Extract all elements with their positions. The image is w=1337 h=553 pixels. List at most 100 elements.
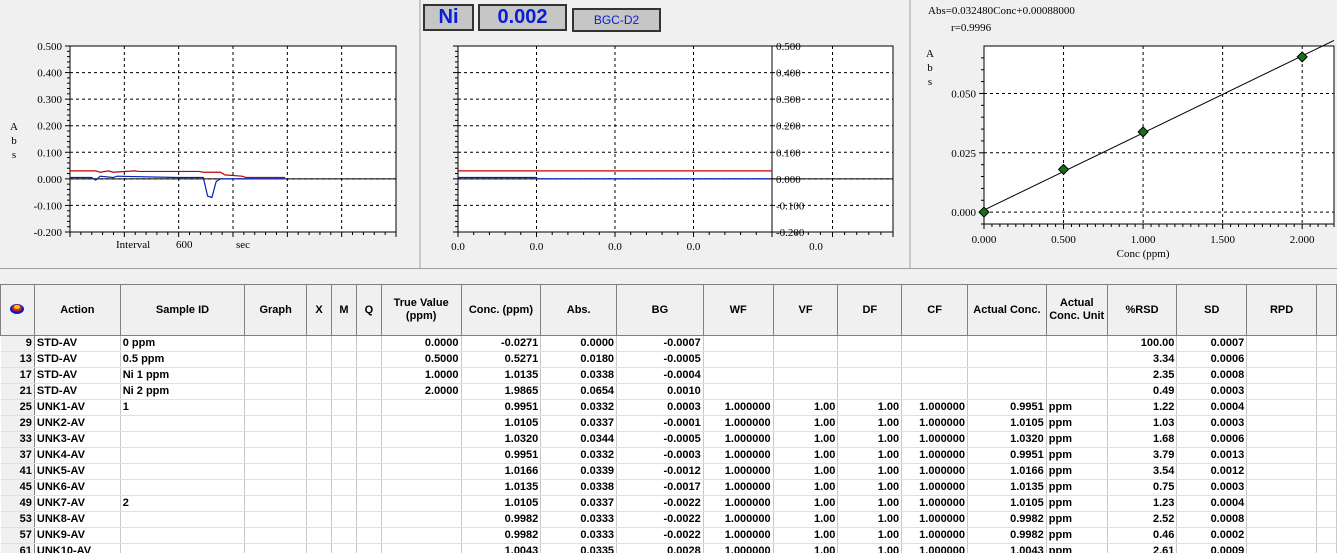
cell-bg[interactable]: -0.0022 <box>616 511 704 528</box>
cell-wf[interactable]: 1.000000 <box>703 495 774 512</box>
cell-sd[interactable]: 0.0004 <box>1176 495 1248 512</box>
cell-rsd[interactable]: 1.22 <box>1107 399 1178 416</box>
cell-conc[interactable]: 0.9951 <box>461 399 542 416</box>
cell-sid[interactable]: 0 ppm <box>120 335 246 352</box>
cell-ac[interactable] <box>967 351 1047 368</box>
cell-bg[interactable]: 0.0010 <box>616 383 704 400</box>
cell-sid[interactable] <box>120 447 246 464</box>
column-header[interactable]: Graph <box>244 284 308 336</box>
cell-x[interactable] <box>306 415 332 432</box>
column-header[interactable]: BG <box>616 284 704 336</box>
cell-x[interactable] <box>306 351 332 368</box>
cell-rsd[interactable]: 0.49 <box>1107 383 1178 400</box>
cell-sd[interactable]: 0.0003 <box>1176 415 1248 432</box>
cell-abs[interactable]: 0.0332 <box>540 447 618 464</box>
cell-df[interactable]: 1.00 <box>837 495 903 512</box>
cell-rsd[interactable]: 0.46 <box>1107 527 1178 544</box>
table-row[interactable]: 17 STD-AV Ni 1 ppm 1.0000 1.0135 0.0338 -0.000… <box>0 367 1337 384</box>
cell-ac[interactable] <box>967 367 1047 384</box>
cell-cf[interactable] <box>901 367 969 384</box>
cell-cf[interactable]: 1.000000 <box>901 495 969 512</box>
table-row[interactable]: 61 UNK10-AV 1.0043 0.0335 0.0028 1.000000 1.00… <box>0 543 1337 553</box>
cell-wf[interactable]: 1.000000 <box>703 447 774 464</box>
cell-rsd[interactable]: 100.00 <box>1107 335 1178 352</box>
cell-bg[interactable]: -0.0007 <box>616 335 704 352</box>
cell-rsd[interactable]: 1.23 <box>1107 495 1178 512</box>
cell-rsd[interactable]: 2.61 <box>1107 543 1178 553</box>
cell-x[interactable] <box>306 447 332 464</box>
cell-m[interactable] <box>331 415 357 432</box>
cell-sd[interactable]: 0.0007 <box>1176 335 1248 352</box>
cell-unit[interactable] <box>1046 335 1108 352</box>
row-number[interactable]: 21 <box>0 383 35 400</box>
table-row[interactable]: 21 STD-AV Ni 2 ppm 2.0000 1.9865 0.0654 0.0010… <box>0 383 1337 400</box>
cell-conc[interactable]: 1.0105 <box>461 415 542 432</box>
cell-rpd[interactable] <box>1246 447 1317 464</box>
column-header[interactable]: VF <box>772 284 839 336</box>
cell-graph[interactable] <box>244 383 308 400</box>
cell-rpd[interactable] <box>1246 527 1317 544</box>
cell-rpd[interactable] <box>1246 431 1317 448</box>
cell-abs[interactable]: 0.0339 <box>540 463 618 480</box>
cell-x[interactable] <box>306 479 332 496</box>
cell-rpd[interactable] <box>1246 399 1317 416</box>
cell-sd[interactable]: 0.0006 <box>1176 351 1248 368</box>
column-header[interactable]: CF <box>901 284 969 336</box>
cell-conc[interactable]: 1.9865 <box>461 383 542 400</box>
cell-abs[interactable]: 0.0335 <box>540 543 618 553</box>
cell-rpd[interactable] <box>1246 511 1317 528</box>
cell-df[interactable]: 1.00 <box>837 415 903 432</box>
cell-unit[interactable]: ppm <box>1046 415 1108 432</box>
cell-cf[interactable]: 1.000000 <box>901 431 969 448</box>
cell-tv[interactable]: 2.0000 <box>381 383 462 400</box>
cell-sd[interactable]: 0.0006 <box>1176 431 1248 448</box>
cell-df[interactable] <box>837 383 903 400</box>
cell-action[interactable]: STD-AV <box>34 383 121 400</box>
cell-cf[interactable]: 1.000000 <box>901 463 969 480</box>
table-row[interactable]: 53 UNK8-AV 0.9982 0.0333 -0.0022 1.000000 1.00… <box>0 511 1337 528</box>
cell-sd[interactable]: 0.0002 <box>1176 527 1248 544</box>
cell-sd[interactable]: 0.0004 <box>1176 399 1248 416</box>
cell-abs[interactable]: 0.0332 <box>540 399 618 416</box>
table-row[interactable]: 29 UNK2-AV 1.0105 0.0337 -0.0001 1.000000 1.00… <box>0 415 1337 432</box>
cell-ac[interactable]: 1.0166 <box>967 463 1047 480</box>
cell-rsd[interactable]: 3.54 <box>1107 463 1178 480</box>
cell-x[interactable] <box>306 511 332 528</box>
cell-unit[interactable]: ppm <box>1046 543 1108 553</box>
cell-ac[interactable]: 1.0320 <box>967 431 1047 448</box>
cell-graph[interactable] <box>244 447 308 464</box>
cell-ac[interactable]: 1.0105 <box>967 495 1047 512</box>
cell-ac[interactable]: 0.9951 <box>967 447 1047 464</box>
cell-abs[interactable]: 0.0338 <box>540 479 618 496</box>
cell-sid[interactable]: Ni 1 ppm <box>120 367 246 384</box>
cell-rpd[interactable] <box>1246 415 1317 432</box>
cell-wf[interactable] <box>703 351 774 368</box>
cell-x[interactable] <box>306 543 332 553</box>
cell-rpd[interactable] <box>1246 383 1317 400</box>
cell-graph[interactable] <box>244 511 308 528</box>
cell-rpd[interactable] <box>1246 463 1317 480</box>
cell-wf[interactable] <box>703 335 774 352</box>
cell-conc[interactable]: 1.0135 <box>461 479 542 496</box>
row-number[interactable]: 17 <box>0 367 35 384</box>
cell-m[interactable] <box>331 479 357 496</box>
cell-wf[interactable] <box>703 367 774 384</box>
cell-sd[interactable]: 0.0008 <box>1176 511 1248 528</box>
cell-unit[interactable]: ppm <box>1046 479 1108 496</box>
column-header[interactable]: %RSD <box>1106 284 1178 336</box>
cell-wf[interactable]: 1.000000 <box>703 527 774 544</box>
cell-rsd[interactable]: 0.75 <box>1107 479 1178 496</box>
cell-tv[interactable] <box>381 431 462 448</box>
cell-q[interactable] <box>356 479 382 496</box>
cell-sid[interactable]: 2 <box>120 495 246 512</box>
cell-vf[interactable]: 1.00 <box>773 399 839 416</box>
cell-bg[interactable]: 0.0028 <box>616 543 704 553</box>
cell-sd[interactable]: 0.0009 <box>1176 543 1248 553</box>
column-header[interactable]: Actual Conc. <box>967 284 1047 336</box>
cell-sd[interactable]: 0.0003 <box>1176 383 1248 400</box>
row-number[interactable]: 61 <box>0 543 35 553</box>
cell-m[interactable] <box>331 351 357 368</box>
cell-action[interactable]: UNK4-AV <box>34 447 121 464</box>
header-corner[interactable] <box>0 284 35 336</box>
cell-unit[interactable] <box>1046 351 1108 368</box>
